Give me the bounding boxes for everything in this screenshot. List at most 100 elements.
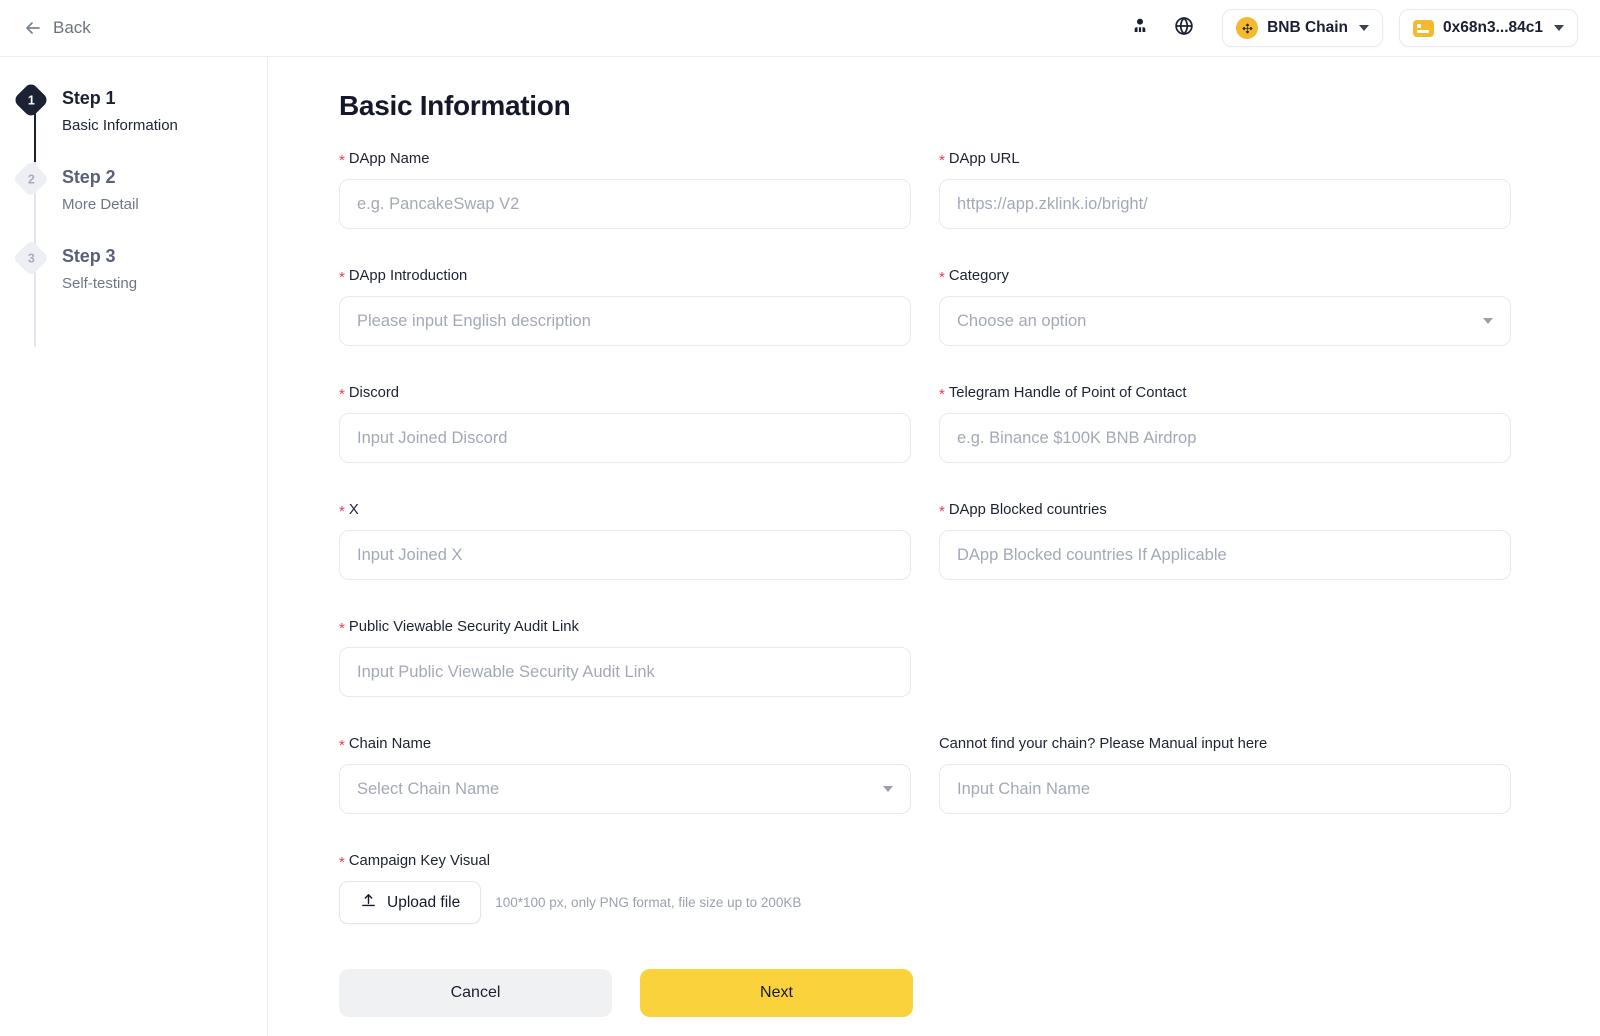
step-number: 2 <box>28 172 35 186</box>
manual-chain-input[interactable]: Input Chain Name <box>939 764 1511 814</box>
required-asterisk: * <box>339 738 345 753</box>
label-text: Discord <box>349 383 399 403</box>
field-blocked-countries: * DApp Blocked countries DApp Blocked co… <box>939 500 1511 580</box>
chevron-down-icon <box>883 786 893 792</box>
step-marker-wrap: 3 <box>0 242 62 271</box>
dapp-introduction-input[interactable]: Please input English description <box>339 296 911 346</box>
field-label: * Campaign Key Visual <box>339 851 911 871</box>
field-manual-chain: Cannot find your chain? Please Manual in… <box>939 734 1511 814</box>
next-button[interactable]: Next <box>640 969 913 1017</box>
chain-selector[interactable]: BNB Chain <box>1222 9 1383 47</box>
x-input[interactable]: Input Joined X <box>339 530 911 580</box>
main-content: Basic Information * DApp Name e.g. Panca… <box>268 57 1600 1036</box>
wallet-icon <box>1413 20 1434 37</box>
form-row: * Public Viewable Security Audit Link In… <box>339 617 1512 697</box>
language-button[interactable] <box>1162 8 1206 48</box>
spacer <box>339 708 1512 734</box>
required-asterisk: * <box>339 387 345 402</box>
field-label: * DApp Blocked countries <box>939 500 1511 520</box>
label-text: Category <box>949 266 1009 286</box>
field-label: * Discord <box>339 383 911 403</box>
form-row: * Discord Input Joined Discord * Telegra… <box>339 383 1512 463</box>
upload-file-button[interactable]: Upload file <box>339 881 481 924</box>
field-dapp-url: * DApp URL https://app.zklink.io/bright/ <box>939 149 1511 229</box>
header-actions: BNB Chain 0x68n3...84c1 <box>1118 8 1600 48</box>
label-text: Telegram Handle of Point of Contact <box>949 383 1187 403</box>
required-asterisk: * <box>339 504 345 519</box>
label-text: Campaign Key Visual <box>349 851 490 871</box>
step-sidebar: 1 Step 1 Basic Information 2 Step 2 More… <box>0 57 268 1036</box>
wallet-address-button[interactable]: 0x68n3...84c1 <box>1399 9 1578 47</box>
field-campaign-key-visual: * Campaign Key Visual Upload file <box>339 851 911 924</box>
field-label: * X <box>339 500 911 520</box>
field-label: * DApp Introduction <box>339 266 911 286</box>
sidebar-step-2[interactable]: 2 Step 2 More Detail <box>0 163 267 242</box>
step-marker-wrap: 1 <box>0 84 62 113</box>
step-list: 1 Step 1 Basic Information 2 Step 2 More… <box>0 57 267 321</box>
discord-input[interactable]: Input Joined Discord <box>339 413 911 463</box>
upload-file-label: Upload file <box>387 894 460 912</box>
label-text: X <box>349 500 359 520</box>
field-x: * X Input Joined X <box>339 500 911 580</box>
required-asterisk: * <box>339 153 345 168</box>
label-text: Chain Name <box>349 734 431 754</box>
step-marker-wrap: 2 <box>0 163 62 192</box>
basic-information-form: * DApp Name e.g. PancakeSwap V2 * DApp U… <box>339 122 1512 1017</box>
spacer <box>339 240 1512 266</box>
field-label: * Category <box>939 266 1511 286</box>
chain-name-selected-value: Select Chain Name <box>357 780 499 799</box>
step-text: Step 2 More Detail <box>62 163 139 215</box>
form-row: * Campaign Key Visual Upload file <box>339 851 1512 924</box>
step-title: Step 1 <box>62 84 178 112</box>
required-asterisk: * <box>939 504 945 519</box>
step-subtitle: Self-testing <box>62 274 137 294</box>
category-selected-value: Choose an option <box>957 312 1086 331</box>
upload-row: Upload file 100*100 px, only PNG format,… <box>339 881 911 924</box>
step-marker-1: 1 <box>13 82 50 119</box>
label-text: DApp Blocked countries <box>949 500 1107 520</box>
step-text: Step 3 Self-testing <box>62 242 137 294</box>
field-telegram: * Telegram Handle of Point of Contact e.… <box>939 383 1511 463</box>
required-asterisk: * <box>939 153 945 168</box>
dapp-name-input[interactable]: e.g. PancakeSwap V2 <box>339 179 911 229</box>
field-category: * Category Choose an option <box>939 266 1511 346</box>
form-row: * X Input Joined X * DApp Blocked countr… <box>339 500 1512 580</box>
step-number: 3 <box>28 251 35 265</box>
label-text: Public Viewable Security Audit Link <box>349 617 579 637</box>
bnb-chain-logo <box>1236 17 1258 39</box>
step-number: 1 <box>28 93 35 107</box>
spacer <box>339 591 1512 617</box>
field-label: * Chain Name <box>339 734 911 754</box>
telegram-input[interactable]: e.g. Binance $100K BNB Airdrop <box>939 413 1511 463</box>
spacer <box>339 474 1512 500</box>
label-text: DApp Name <box>349 149 430 169</box>
spacer <box>339 825 1512 851</box>
chain-name-select[interactable]: Select Chain Name <box>339 764 911 814</box>
category-select[interactable]: Choose an option <box>939 296 1511 346</box>
field-label: * DApp URL <box>939 149 1511 169</box>
community-button[interactable] <box>1118 8 1162 48</box>
field-dapp-name: * DApp Name e.g. PancakeSwap V2 <box>339 149 911 229</box>
manual-chain-label: Cannot find your chain? Please Manual in… <box>939 734 1511 754</box>
people-icon <box>1129 15 1151 42</box>
required-asterisk: * <box>939 270 945 285</box>
label-text: DApp Introduction <box>349 266 467 286</box>
required-asterisk: * <box>339 270 345 285</box>
field-dapp-introduction: * DApp Introduction Please input English… <box>339 266 911 346</box>
sidebar-step-3[interactable]: 3 Step 3 Self-testing <box>0 242 267 321</box>
field-label: * Telegram Handle of Point of Contact <box>939 383 1511 403</box>
upload-icon <box>360 892 377 914</box>
cancel-button[interactable]: Cancel <box>339 969 612 1017</box>
back-button[interactable]: Back <box>23 18 91 38</box>
blocked-countries-input[interactable]: DApp Blocked countries If Applicable <box>939 530 1511 580</box>
sidebar-step-1[interactable]: 1 Step 1 Basic Information <box>0 84 267 163</box>
audit-link-input[interactable]: Input Public Viewable Security Audit Lin… <box>339 647 911 697</box>
required-asterisk: * <box>339 621 345 636</box>
spacer <box>339 357 1512 383</box>
wallet-address-label: 0x68n3...84c1 <box>1443 19 1543 37</box>
step-marker-2: 2 <box>13 161 50 198</box>
required-asterisk: * <box>339 855 345 870</box>
form-actions: Cancel Next <box>339 969 1512 1017</box>
upload-constraints-note: 100*100 px, only PNG format, file size u… <box>495 895 801 910</box>
dapp-url-input[interactable]: https://app.zklink.io/bright/ <box>939 179 1511 229</box>
